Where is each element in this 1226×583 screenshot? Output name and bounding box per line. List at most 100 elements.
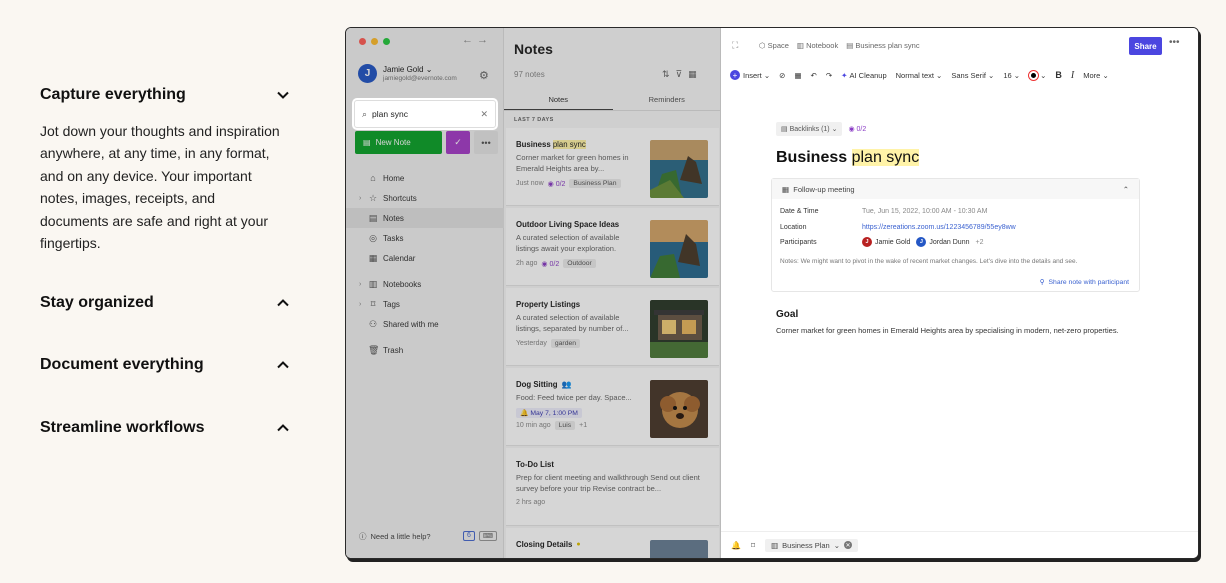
accordion-header[interactable]: Stay organized [40,290,290,316]
sidebar-item-shortcuts[interactable]: › ☆ Shortcuts [346,188,504,208]
task-circle-icon: ◎ [369,232,377,243]
more-participants[interactable]: +2 [976,239,984,246]
more-formatting-button[interactable]: More ⌄ [1083,71,1108,80]
note-tag[interactable]: Outdoor [563,259,596,268]
task-check-icon: ✓ [454,137,462,147]
note-card[interactable]: Property Listings A curated selection of… [506,288,719,366]
tag-add-icon[interactable]: ⌑ [751,541,755,550]
breadcrumb-note[interactable]: ▤ Business plan sync [846,41,919,50]
note-icon: ▤ [363,138,371,147]
breadcrumb-space[interactable]: ⬡ Space [759,41,789,50]
sidebar-item-trash[interactable]: 🗑 Trash [346,340,504,360]
search-input[interactable] [372,109,481,119]
new-note-button[interactable]: ▤ New Note [355,131,442,154]
accordion-header[interactable]: Streamline workflows [40,415,290,441]
editor-footer: 🔔 ⌑ ▥ Business Plan ⌄ ✕ [721,531,1198,558]
ellipsis-icon[interactable]: ••• [1169,37,1180,48]
text-color-select[interactable]: ⌄ [1029,70,1046,80]
chevron-up-icon[interactable]: ⌃ [1123,185,1129,194]
back-arrow-icon[interactable]: ← [462,34,477,46]
sidebar-item-tasks[interactable]: ◎ Tasks [346,228,504,248]
account-email: jamiegold@evernote.com [383,75,457,82]
forward-arrow-icon[interactable]: → [477,34,492,46]
sidebar-nav: ⌂ Home › ☆ Shortcuts ▤ Notes ◎ Tasks ▦ Calenda… [346,168,504,360]
more-options-button[interactable]: ••• [474,131,498,154]
chevron-right-icon[interactable]: › [359,195,361,202]
sidebar-item-shared[interactable]: ⚇ Shared with me [346,314,504,334]
accordion-title: Stay organized [40,294,154,312]
sidebar-item-home[interactable]: ⌂ Home [346,168,504,188]
location-link[interactable]: https://zereations.zoom.us/1223456789/55… [862,224,1016,231]
meeting-notes: Notes: We might want to pivot in the wak… [780,258,1078,265]
note-tag[interactable]: garden [550,339,581,348]
reminder-badge[interactable]: 🔔 May 7, 1:00 PM [516,408,582,418]
tab-reminders[interactable]: Reminders [613,89,721,110]
font-select[interactable]: Sans Serif ⌄ [951,71,994,80]
accordion-header[interactable]: Document everything [40,352,290,378]
note-tag[interactable]: Luis [554,421,576,430]
meeting-date-row: Date & Time Tue, Jun 15, 2022, 10:00 AM -… [772,208,1139,215]
note-card[interactable]: Closing Details ● [506,528,719,558]
sidebar-item-notes[interactable]: ▤ Notes [346,208,504,228]
notification-badge[interactable]: 6 [463,531,475,541]
chevron-up-icon[interactable] [276,296,290,310]
filter-icon[interactable]: ⊽ [676,69,689,79]
chevron-right-icon[interactable]: › [359,301,361,308]
backlinks-button[interactable]: ▤ Backlinks (1) ⌄ [776,122,843,136]
ellipsis-icon: ••• [481,137,491,148]
sidebar-item-notebooks[interactable]: › ▥ Notebooks [346,274,504,294]
account-switcher[interactable]: J Jamie Gold ⌄ jamiegold@evernote.com [358,64,457,83]
note-card[interactable]: Business plan sync Corner market for gre… [506,128,719,206]
sort-icon[interactable]: ⇅ [662,69,676,79]
help-link[interactable]: ⓘ Need a little help? [359,531,431,542]
chevron-up-icon[interactable] [276,421,290,435]
search-field[interactable]: ⌕ ✕ [354,100,496,128]
gear-icon[interactable]: ⚙ [479,69,489,82]
note-tag[interactable]: Business Plan [569,179,621,188]
goal-heading: Goal [776,309,799,320]
ai-cleanup-button[interactable]: ✦ AI Cleanup [841,71,887,80]
undo-icon[interactable]: ↶ [811,71,817,80]
tab-notes[interactable]: Notes [504,89,613,110]
sidebar-item-calendar[interactable]: ▦ Calendar [346,248,504,268]
keyboard-icon[interactable]: ⌨ [478,531,498,541]
new-task-button[interactable]: ✓ [446,131,470,154]
participant[interactable]: J Jordan Dunn [916,237,970,247]
close-window-button[interactable] [359,38,366,45]
share-with-participant-link[interactable]: ⚲ Share note with participant [772,278,1139,291]
breadcrumb-notebook[interactable]: ▥ Notebook [797,41,838,50]
redo-icon[interactable]: ↷ [826,71,832,80]
accordion-header[interactable]: Capture everything [40,82,290,108]
note-card[interactable]: Outdoor Living Space Ideas A curated sel… [506,208,719,286]
insert-button[interactable]: + Insert ⌄ [730,70,770,80]
calendar-icon[interactable]: ▦ [794,71,801,80]
expand-icon[interactable]: ⛶ [732,40,738,51]
chevron-down-icon[interactable] [276,88,290,102]
checklist-icon[interactable]: ⊘ [779,71,785,80]
chevron-up-icon[interactable] [276,358,290,372]
notebook-chip[interactable]: ▥ Business Plan ⌄ ✕ [765,538,858,552]
share-button[interactable]: Share [1129,37,1162,55]
italic-button[interactable]: I [1071,70,1074,81]
maximize-window-button[interactable] [383,38,390,45]
view-options-icon[interactable]: ▦ [688,69,703,79]
note-title[interactable]: Business plan sync [776,149,1146,167]
font-size-select[interactable]: 16 ⌄ [1003,71,1020,80]
participant[interactable]: J Jamie Gold [862,237,910,247]
meeting-title: ▦ Follow-up meeting [782,184,855,194]
close-icon[interactable]: ✕ [844,541,852,549]
meeting-card: ▦ Follow-up meeting ⌃ Date & Time Tue, Ju… [771,178,1140,292]
chevron-right-icon[interactable]: › [359,281,361,288]
meeting-header[interactable]: ▦ Follow-up meeting ⌃ [772,179,1139,199]
person-icon: ⚲ [1039,279,1045,286]
clear-search-icon[interactable]: ✕ [480,109,488,120]
sidebar-item-tags[interactable]: › ⌑ Tags [346,294,504,314]
note-card[interactable]: To-Do List Prep for client meeting and w… [506,448,719,526]
text-style-select[interactable]: Normal text ⌄ [896,71,943,80]
note-card[interactable]: Dog Sitting 👥 Food: Feed twice per day. S… [506,368,719,446]
note-body[interactable]: ▤ Backlinks (1) ⌄ ◉ 0/2 Business plan sy… [771,122,1146,337]
minimize-window-button[interactable] [371,38,378,45]
bell-icon[interactable]: 🔔 [731,541,741,550]
bold-button[interactable]: B [1055,70,1062,80]
task-progress[interactable]: ◉ 0/2 [848,125,866,133]
